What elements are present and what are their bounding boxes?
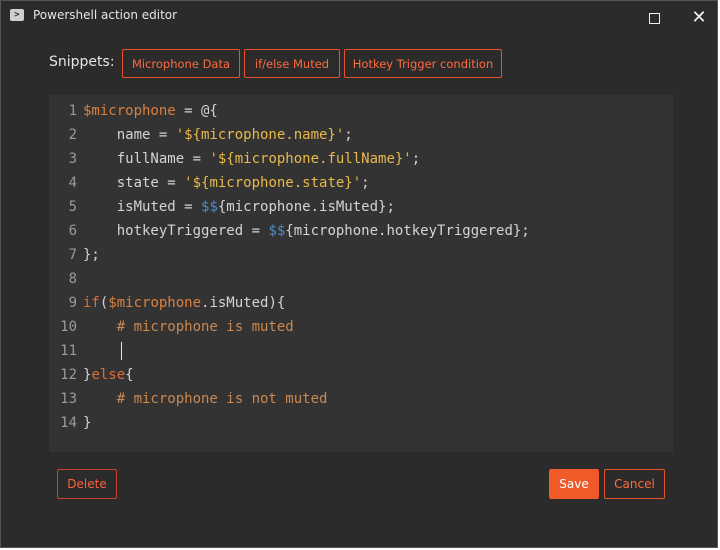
line-number: 5 [68,199,77,215]
code-comment: # microphone is muted [83,319,294,335]
code-line[interactable]: # microphone is not muted [83,387,673,411]
code-dollar: $$ [201,199,218,215]
snippets-label: Snippets: [49,54,115,70]
code-line[interactable]: }; [83,243,673,267]
code-line[interactable] [83,339,673,363]
snippet-if-else-muted-button[interactable]: if/else Muted [244,49,340,78]
code-string: '${microphone.name}' [175,127,345,143]
code-keyword: if [83,295,100,311]
close-button[interactable]: ✕ [683,5,715,31]
code-text: hotkeyTriggered = [83,223,269,239]
code-line[interactable]: name = '${microphone.name}'; [83,123,673,147]
save-button[interactable]: Save [549,469,599,499]
code-line[interactable]: } [83,411,673,435]
code-text: } [83,415,92,431]
line-number: 6 [68,223,77,239]
code-comment: # microphone is not muted [83,391,328,407]
code-line[interactable]: hotkeyTriggered = $${microphone.hotkeyTr… [83,219,673,243]
line-number: 4 [68,175,77,191]
code-line[interactable]: isMuted = $${microphone.isMuted}; [83,195,673,219]
code-keyword: else [91,367,126,383]
delete-button[interactable]: Delete [57,469,117,499]
code-text: {microphone.hotkeyTriggered}; [285,223,530,239]
text-cursor [121,342,122,360]
line-number: 9 [68,295,77,311]
line-number-gutter: 1 2 3 4 5 6 7 8 9 10 11 12 13 14 [49,99,77,435]
snippet-hotkey-trigger-button[interactable]: Hotkey Trigger condition [344,49,502,78]
line-number: 11 [60,343,77,359]
code-text: fullName = [83,151,210,167]
code-text: = @{ [175,103,218,119]
code-variable: $microphone [83,103,176,119]
title-bar: > Powershell action editor ✕ [1,1,717,33]
close-icon: ✕ [691,7,707,28]
code-text: {microphone.isMuted}; [217,199,395,215]
code-line[interactable]: state = '${microphone.state}'; [83,171,673,195]
line-number: 13 [60,391,77,407]
code-editor[interactable]: 1 2 3 4 5 6 7 8 9 10 11 12 13 14 $microp… [49,95,673,452]
code-line[interactable]: }else{ [83,363,673,387]
powershell-icon: > [10,9,24,21]
code-text: ; [344,127,353,143]
code-text: ; [411,151,421,167]
cancel-button[interactable]: Cancel [604,469,665,499]
line-number: 8 [68,271,77,287]
code-lines[interactable]: $microphone = @{ name = '${microphone.na… [83,99,673,435]
line-number: 14 [60,415,77,431]
line-number: 3 [68,151,77,167]
window-title: Powershell action editor [33,8,178,22]
code-line[interactable]: if($microphone.isMuted){ [83,291,673,315]
code-text: name = [83,127,176,143]
code-line[interactable]: # microphone is muted [83,315,673,339]
code-string: '${microphone.fullName}' [209,151,412,167]
code-text: .isMuted){ [201,295,286,311]
line-number: 1 [68,103,77,119]
code-variable: $microphone [108,295,202,311]
code-text: state = [83,175,185,191]
maximize-button[interactable] [638,5,670,31]
code-text: { [125,367,134,383]
code-string: '${microphone.state}' [184,175,362,191]
maximize-icon [649,13,660,24]
code-line[interactable] [83,267,673,291]
line-number: 7 [68,247,77,263]
code-dollar: $$ [268,223,286,239]
code-line[interactable]: fullName = '${microphone.fullName}'; [83,147,673,171]
code-text: isMuted = [83,199,202,215]
line-number: 10 [60,319,77,335]
code-text: ; [361,175,370,191]
powershell-editor-window: > Powershell action editor ✕ Snippets: M… [0,0,718,548]
code-line[interactable]: $microphone = @{ [83,99,673,123]
line-number: 12 [60,367,77,383]
code-text: }; [83,247,100,263]
line-number: 2 [68,127,77,143]
snippet-microphone-data-button[interactable]: Microphone Data [122,49,240,78]
